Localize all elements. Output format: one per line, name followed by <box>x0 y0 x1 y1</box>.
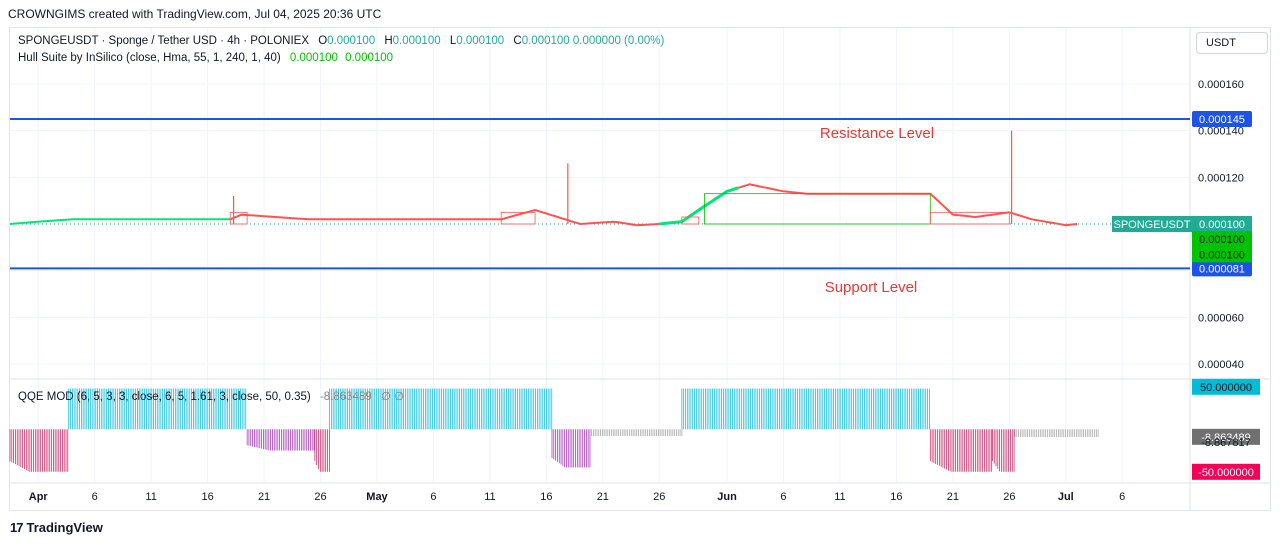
level-price-tag-text: 0.000145 <box>1199 114 1245 126</box>
time-tick-label: 6 <box>430 491 436 503</box>
qqe-tag-text: -50.000000 <box>1198 467 1254 479</box>
time-tick-label: 21 <box>258 491 270 503</box>
price-tick-label: 0.000140 <box>1198 126 1244 138</box>
time-tick-label: 6 <box>92 491 98 503</box>
high-label: H <box>384 35 393 47</box>
hull-line-segment <box>1009 211 1078 227</box>
time-tick-label: 26 <box>314 491 326 503</box>
qqe-legend: QQE MOD (6, 5, 3, 3, close, 6, 5, 1.61, … <box>18 389 404 403</box>
time-tick-label: 11 <box>484 491 495 503</box>
currency-button[interactable]: USDT <box>1196 32 1268 54</box>
brand-name: TradingView <box>26 520 103 535</box>
qqe-label[interactable]: QQE MOD (6, 5, 3, 3, close, 6, 5, 1.61, … <box>18 391 311 403</box>
low-value: 0.000100 <box>456 35 505 47</box>
time-tick-label: Jul <box>1058 491 1074 503</box>
qqe-tag-text: -8.867817 <box>1201 437 1251 449</box>
time-tick-label: 16 <box>201 491 213 503</box>
change-value: 0.000000 (0.00%) <box>572 35 665 47</box>
time-tick-label: 21 <box>947 491 959 503</box>
qqe-value-1: -8.863489 <box>319 391 372 403</box>
tradingview-logo: 17 TradingView <box>10 520 103 535</box>
time-tick-label: 16 <box>540 491 552 503</box>
chart-canvas[interactable]: 0.000160 0.000140 0.000120 0.000060 0.000040… <box>0 0 1281 546</box>
hull-line-segment <box>9 218 231 225</box>
time-tick-label: Apr <box>29 491 49 503</box>
time-tick-label: 16 <box>890 491 902 503</box>
resistance-label: Resistance Level <box>820 125 934 142</box>
price-tag-text: 0.000100 <box>1199 234 1245 246</box>
time-tick-label: May <box>366 491 388 503</box>
hull-label[interactable]: Hull Suite by InSilico (close, Hma, 55, … <box>18 52 281 64</box>
time-tick-label: 11 <box>145 491 156 503</box>
price-tag-text: 0.000100 <box>1199 219 1245 231</box>
hull-value-1: 0.000100 <box>289 52 338 64</box>
empty-set-icon: ∅ ∅ <box>380 391 405 403</box>
time-tick-label: 26 <box>653 491 665 503</box>
high-value: 0.000100 <box>392 35 441 47</box>
time-tick-label: 21 <box>597 491 609 503</box>
open-value: 0.000100 <box>327 35 376 47</box>
price-tick-label: 0.000160 <box>1198 79 1244 91</box>
price-legend: SPONGEUSDT · Sponge / Tether USD · 4h · … <box>18 35 664 47</box>
time-tick-label: 6 <box>780 491 786 503</box>
price-tick-label: 0.000060 <box>1198 312 1244 324</box>
time-tick-label: 11 <box>834 491 845 503</box>
support-label: Support Level <box>825 279 918 296</box>
time-tick-label: 6 <box>1119 491 1125 503</box>
level-price-tag-text: 0.000081 <box>1199 263 1245 275</box>
close-value: 0.000100 <box>521 35 570 47</box>
qqe-tag-text: 50.000000 <box>1200 382 1252 394</box>
hull-line-segment <box>229 209 536 221</box>
symbol-tag-text: SPONGEUSDT <box>1113 219 1190 231</box>
tv-mark-icon: 17 <box>10 520 24 535</box>
hull-legend: Hull Suite by InSilico (close, Hma, 55, … <box>18 52 393 64</box>
hull-line-segment <box>534 209 660 227</box>
symbol-title[interactable]: SPONGEUSDT · Sponge / Tether USD · 4h · … <box>18 35 309 47</box>
price-tick-label: 0.000120 <box>1198 172 1244 184</box>
hull-value-2: 0.000100 <box>345 52 394 64</box>
open-label: O <box>318 35 328 47</box>
time-tick-label: 26 <box>1003 491 1015 503</box>
close-label: C <box>513 35 522 47</box>
price-tick-label: 0.000040 <box>1198 359 1244 371</box>
price-tag-text: 0.000100 <box>1199 249 1245 261</box>
time-tick-label: Jun <box>717 491 737 503</box>
